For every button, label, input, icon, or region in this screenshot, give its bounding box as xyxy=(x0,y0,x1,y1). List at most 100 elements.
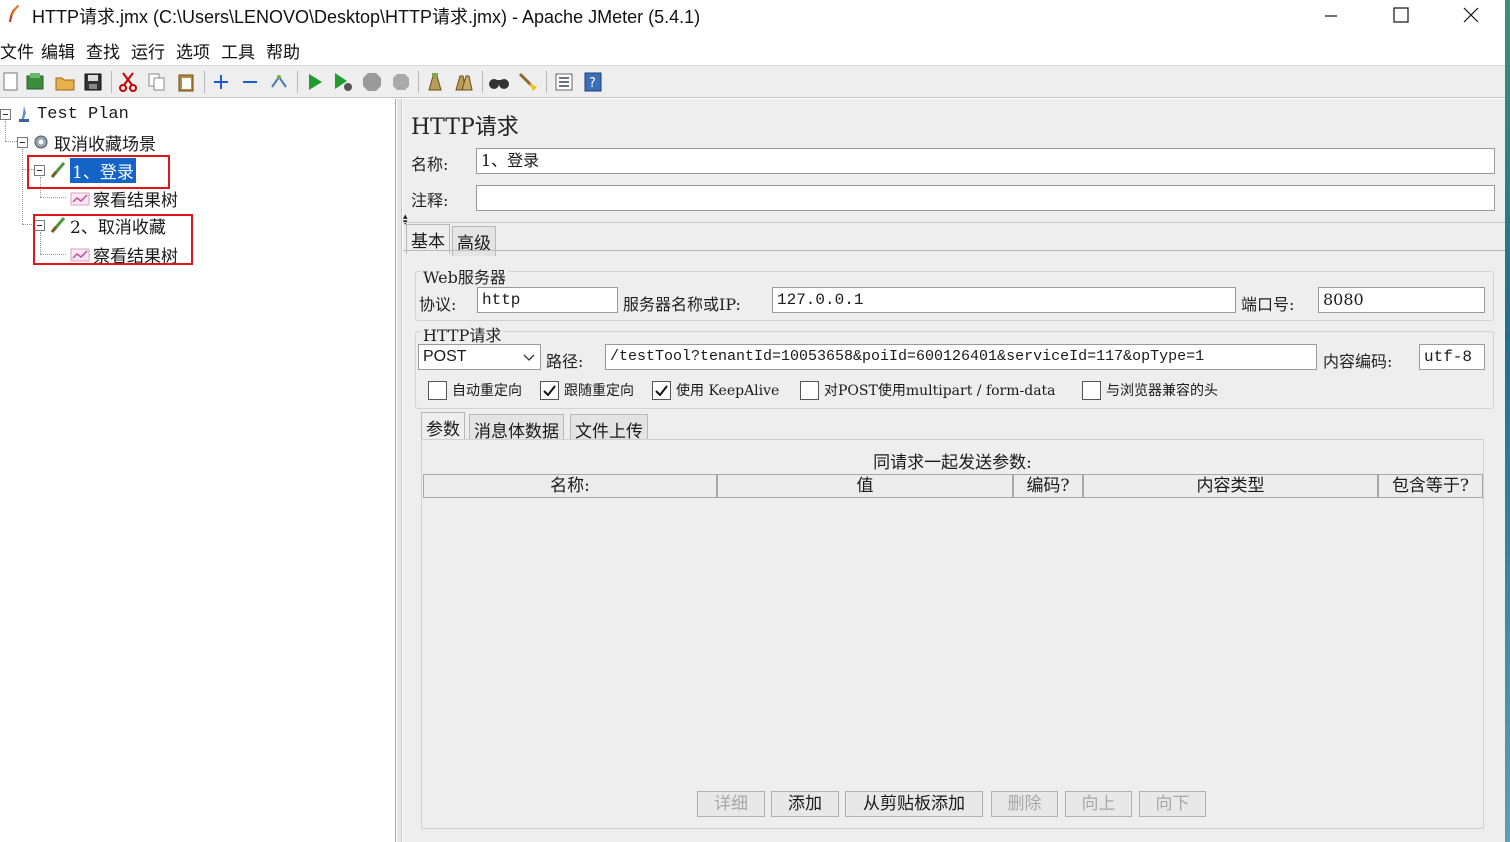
method-select[interactable]: POST xyxy=(418,344,541,370)
tree-node-thread-group[interactable]: 取消收藏场景 xyxy=(17,131,156,155)
menu-help[interactable]: 帮助 xyxy=(266,38,300,63)
content-encoding-label: 内容编码: xyxy=(1323,352,1393,371)
details-button[interactable]: 详细 xyxy=(697,791,765,817)
test-plan-icon xyxy=(19,106,29,122)
checkbox-box xyxy=(652,380,671,400)
content-encoding-field[interactable]: utf-8 xyxy=(1419,344,1485,370)
menu-file[interactable]: 文件 xyxy=(0,38,34,63)
collapse-toggle[interactable] xyxy=(17,136,28,148)
port-label: 端口号: xyxy=(1241,295,1295,314)
maximize-button[interactable] xyxy=(1366,0,1436,30)
comment-label: 注释: xyxy=(411,191,449,210)
menu-edit[interactable]: 编辑 xyxy=(41,38,75,63)
column-header-value[interactable]: 值 xyxy=(717,474,1013,498)
checkmark-icon xyxy=(655,384,668,397)
column-header-content-type[interactable]: 内容类型 xyxy=(1083,474,1378,498)
help-icon[interactable]: ? xyxy=(582,71,604,93)
annotation-box xyxy=(27,155,170,189)
server-name-field[interactable]: 127.0.0.1 xyxy=(772,287,1236,313)
jmeter-feather-icon xyxy=(9,4,19,22)
clear-icon[interactable] xyxy=(424,71,446,93)
svg-text:?: ? xyxy=(589,76,596,91)
reset-search-icon[interactable] xyxy=(517,71,539,93)
checkbox-label: 与浏览器兼容的头 xyxy=(1106,383,1218,399)
delete-button[interactable]: 删除 xyxy=(991,791,1058,817)
expand-icon[interactable] xyxy=(210,71,232,93)
path-label: 路径: xyxy=(546,352,584,371)
close-button[interactable] xyxy=(1436,0,1506,30)
http-request-panel: HTTP请求 名称: 1、登录 注释: ▴ ▾ 基本 高级 Web服务器 协议: … xyxy=(403,99,1505,842)
tree-node-label: 取消收藏场景 xyxy=(54,134,156,155)
toolbar: ? xyxy=(0,65,1505,98)
window-title: HTTP请求.jmx (C:\Users\LENOVO\Desktop\HTTP… xyxy=(32,7,701,27)
test-plan-tree: Test Plan 取消收藏场景 1、登录 察看结果树 2、取消收藏 察看结果树 xyxy=(0,99,396,842)
stop-icon[interactable] xyxy=(361,71,383,93)
new-icon[interactable] xyxy=(0,71,22,93)
thread-group-icon xyxy=(34,135,48,149)
tab-advanced[interactable]: 高级 xyxy=(452,226,496,256)
title-bar: HTTP请求.jmx (C:\Users\LENOVO\Desktop\HTTP… xyxy=(0,0,1510,30)
column-header-encode[interactable]: 编码? xyxy=(1013,474,1083,498)
templates-icon[interactable] xyxy=(24,71,46,93)
copy-icon[interactable] xyxy=(146,71,168,93)
tree-node-label: 察看结果树 xyxy=(93,190,178,211)
column-header-name[interactable]: 名称: xyxy=(423,474,717,498)
save-icon[interactable] xyxy=(82,71,104,93)
method-value: POST xyxy=(423,348,467,365)
collapse-toggle[interactable] xyxy=(0,108,11,120)
path-field[interactable]: /testTool?tenantId=10053658&poiId=600126… xyxy=(605,344,1317,370)
open-icon[interactable] xyxy=(54,71,76,93)
minimize-button[interactable] xyxy=(1296,0,1366,30)
server-name-label: 服务器名称或IP: xyxy=(623,295,741,314)
comment-field[interactable] xyxy=(476,185,1495,211)
protocol-label: 协议: xyxy=(419,295,457,314)
search-icon[interactable] xyxy=(488,71,510,93)
follow-redirect-checkbox[interactable]: 跟随重定向 xyxy=(540,380,634,400)
cut-icon[interactable] xyxy=(117,71,139,93)
port-field[interactable]: 8080 xyxy=(1318,287,1485,313)
paste-icon[interactable] xyxy=(175,71,197,93)
tab-parameters[interactable]: 参数 xyxy=(421,412,465,442)
menu-options[interactable]: 选项 xyxy=(176,38,210,63)
annotation-box xyxy=(33,214,193,265)
menu-tools[interactable]: 工具 xyxy=(221,38,255,63)
parameters-caption: 同请求一起发送参数: xyxy=(873,453,1032,473)
menu-run[interactable]: 运行 xyxy=(131,38,165,63)
split-divider[interactable] xyxy=(397,99,402,842)
panel-title: HTTP请求 xyxy=(411,115,519,140)
function-helper-icon[interactable] xyxy=(553,71,575,93)
checkbox-label: 使用 KeepAlive xyxy=(676,383,780,399)
tree-node-test-plan[interactable]: Test Plan xyxy=(0,103,129,125)
browser-compatible-headers-checkbox[interactable]: 与浏览器兼容的头 xyxy=(1082,380,1218,400)
start-no-pause-icon[interactable] xyxy=(332,71,354,93)
parameters-table: 同请求一起发送参数: 名称: 值 编码? 内容类型 包含等于? xyxy=(421,439,1484,829)
move-up-button[interactable]: 向上 xyxy=(1065,791,1132,817)
start-icon[interactable] xyxy=(304,71,326,93)
parameters-grid[interactable] xyxy=(422,500,1483,790)
checkbox-box xyxy=(428,380,447,400)
checkbox-label: 跟随重定向 xyxy=(564,383,634,399)
clear-all-icon[interactable] xyxy=(453,71,475,93)
checkmark-icon xyxy=(543,384,556,397)
auto-redirect-checkbox[interactable]: 自动重定向 xyxy=(428,380,522,400)
add-from-clipboard-button[interactable]: 从剪贴板添加 xyxy=(845,791,983,817)
multipart-checkbox[interactable]: 对POST使用multipart / form-data xyxy=(800,380,1056,400)
checkbox-box xyxy=(540,380,559,400)
name-label: 名称: xyxy=(411,155,449,174)
close-icon xyxy=(1463,7,1479,23)
collapse-icon[interactable] xyxy=(239,71,261,93)
keepalive-checkbox[interactable]: 使用 KeepAlive xyxy=(652,380,779,400)
web-server-group-label: Web服务器 xyxy=(421,264,508,288)
toggle-icon[interactable] xyxy=(268,71,290,93)
shutdown-icon[interactable] xyxy=(390,71,412,93)
column-header-include-equals[interactable]: 包含等于? xyxy=(1378,474,1483,498)
move-down-button[interactable]: 向下 xyxy=(1139,791,1206,817)
menu-search[interactable]: 查找 xyxy=(86,38,120,63)
tree-node-view-results[interactable]: 察看结果树 xyxy=(70,187,178,211)
add-button[interactable]: 添加 xyxy=(771,791,839,817)
checkbox-label: 对POST使用multipart / form-data xyxy=(824,383,1056,399)
http-request-group-label: HTTP请求 xyxy=(421,322,504,346)
protocol-field[interactable]: http xyxy=(477,287,618,313)
chevron-down-icon xyxy=(523,354,535,361)
name-field[interactable]: 1、登录 xyxy=(476,148,1495,174)
